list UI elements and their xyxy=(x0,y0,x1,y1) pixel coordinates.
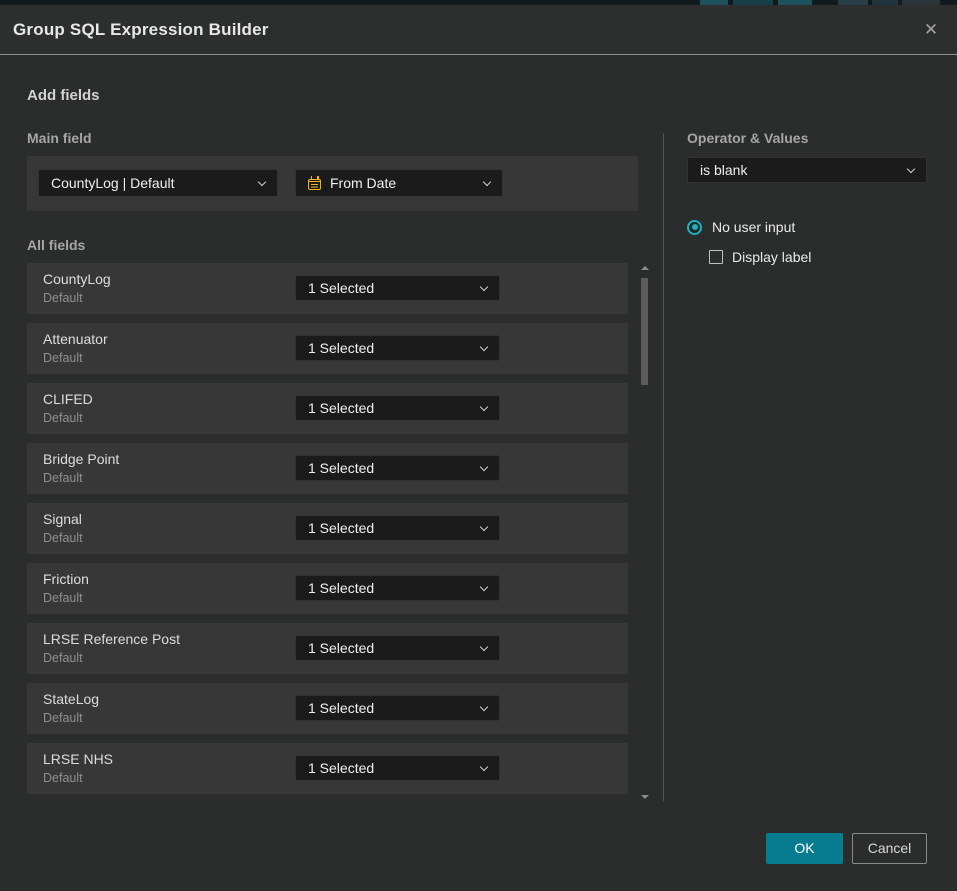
operator-dropdown[interactable]: is blank xyxy=(687,157,927,183)
all-fields-scrollbar[interactable] xyxy=(640,262,650,803)
ok-button[interactable]: OK xyxy=(766,833,843,864)
field-row: LRSE NHS Default 1 Selected xyxy=(27,743,628,794)
field-subtitle: Default xyxy=(43,471,83,485)
field-name: Friction xyxy=(43,571,89,587)
dialog-title: Group SQL Expression Builder xyxy=(13,5,269,55)
field-selected-dropdown[interactable]: 1 Selected xyxy=(295,455,500,481)
main-field-label: Main field xyxy=(27,130,92,146)
all-fields-list: CountyLog Default 1 Selected Attenuator … xyxy=(27,263,628,803)
field-name: LRSE Reference Post xyxy=(43,631,180,647)
no-user-input-label: No user input xyxy=(712,219,795,235)
field-row: CLIFED Default 1 Selected xyxy=(27,383,628,434)
operator-values-label: Operator & Values xyxy=(687,130,808,146)
field-name: StateLog xyxy=(43,691,99,707)
field-name: LRSE NHS xyxy=(43,751,113,767)
chevron-down-icon xyxy=(483,177,491,185)
chevron-down-icon xyxy=(480,522,488,530)
field-name: CountyLog xyxy=(43,271,111,287)
chevron-down-icon xyxy=(480,642,488,650)
field-subtitle: Default xyxy=(43,531,83,545)
main-field-panel: CountyLog | Default From Date xyxy=(27,156,638,211)
scrollbar-up-arrow-icon[interactable] xyxy=(641,266,649,270)
field-subtitle: Default xyxy=(43,351,83,365)
field-subtitle: Default xyxy=(43,591,83,605)
field-subtitle: Default xyxy=(43,771,83,785)
field-selected-value: 1 Selected xyxy=(308,520,481,536)
field-row: StateLog Default 1 Selected xyxy=(27,683,628,734)
calendar-icon xyxy=(308,179,321,190)
field-selected-value: 1 Selected xyxy=(308,760,481,776)
field-selected-value: 1 Selected xyxy=(308,460,481,476)
add-fields-heading: Add fields xyxy=(27,87,100,104)
main-field-layer-dropdown[interactable]: CountyLog | Default xyxy=(38,169,278,197)
chevron-down-icon xyxy=(480,762,488,770)
field-subtitle: Default xyxy=(43,711,83,725)
chevron-down-icon xyxy=(480,462,488,470)
field-subtitle: Default xyxy=(43,651,83,665)
field-selected-value: 1 Selected xyxy=(308,400,481,416)
field-selected-value: 1 Selected xyxy=(308,280,481,296)
checkbox-unchecked-icon[interactable] xyxy=(709,250,723,264)
field-row: Bridge Point Default 1 Selected xyxy=(27,443,628,494)
field-name: Signal xyxy=(43,511,82,527)
field-selected-dropdown[interactable]: 1 Selected xyxy=(295,335,500,361)
display-label-label: Display label xyxy=(732,249,811,265)
field-subtitle: Default xyxy=(43,411,83,425)
field-name: CLIFED xyxy=(43,391,93,407)
radio-selected-icon[interactable] xyxy=(687,220,702,235)
field-row: Friction Default 1 Selected xyxy=(27,563,628,614)
field-selected-value: 1 Selected xyxy=(308,700,481,716)
group-sql-expression-builder-dialog: Group SQL Expression Builder ✕ Add field… xyxy=(0,5,957,891)
field-row: Attenuator Default 1 Selected xyxy=(27,323,628,374)
chevron-down-icon xyxy=(480,282,488,290)
main-field-layer-value: CountyLog | Default xyxy=(51,175,259,191)
field-selected-dropdown[interactable]: 1 Selected xyxy=(295,575,500,601)
field-selected-dropdown[interactable]: 1 Selected xyxy=(295,515,500,541)
field-name: Attenuator xyxy=(43,331,108,347)
chevron-down-icon xyxy=(907,164,915,172)
chevron-down-icon xyxy=(480,342,488,350)
chevron-down-icon xyxy=(480,582,488,590)
operator-value: is blank xyxy=(700,162,908,178)
cancel-button[interactable]: Cancel xyxy=(852,833,927,864)
chevron-down-icon xyxy=(480,702,488,710)
field-selected-dropdown[interactable]: 1 Selected xyxy=(295,755,500,781)
chevron-down-icon xyxy=(258,177,266,185)
main-field-field-value: From Date xyxy=(330,175,484,191)
all-fields-label: All fields xyxy=(27,237,85,253)
field-row: LRSE Reference Post Default 1 Selected xyxy=(27,623,628,674)
scrollbar-thumb[interactable] xyxy=(641,278,648,385)
scrollbar-down-arrow-icon[interactable] xyxy=(641,795,649,799)
field-subtitle: Default xyxy=(43,291,83,305)
screen: Group SQL Expression Builder ✕ Add field… xyxy=(0,0,957,891)
dialog-titlebar: Group SQL Expression Builder ✕ xyxy=(0,5,957,55)
chevron-down-icon xyxy=(480,402,488,410)
field-selected-value: 1 Selected xyxy=(308,580,481,596)
field-selected-dropdown[interactable]: 1 Selected xyxy=(295,395,500,421)
main-field-field-dropdown[interactable]: From Date xyxy=(295,169,503,197)
field-selected-dropdown[interactable]: 1 Selected xyxy=(295,635,500,661)
no-user-input-radio[interactable]: No user input xyxy=(687,219,795,235)
field-name: Bridge Point xyxy=(43,451,119,467)
field-selected-dropdown[interactable]: 1 Selected xyxy=(295,275,500,301)
field-row: Signal Default 1 Selected xyxy=(27,503,628,554)
field-selected-value: 1 Selected xyxy=(308,340,481,356)
field-selected-value: 1 Selected xyxy=(308,640,481,656)
display-label-checkbox[interactable]: Display label xyxy=(709,249,811,265)
close-icon[interactable]: ✕ xyxy=(918,17,944,43)
field-selected-dropdown[interactable]: 1 Selected xyxy=(295,695,500,721)
vertical-divider xyxy=(663,133,664,801)
field-row: CountyLog Default 1 Selected xyxy=(27,263,628,314)
